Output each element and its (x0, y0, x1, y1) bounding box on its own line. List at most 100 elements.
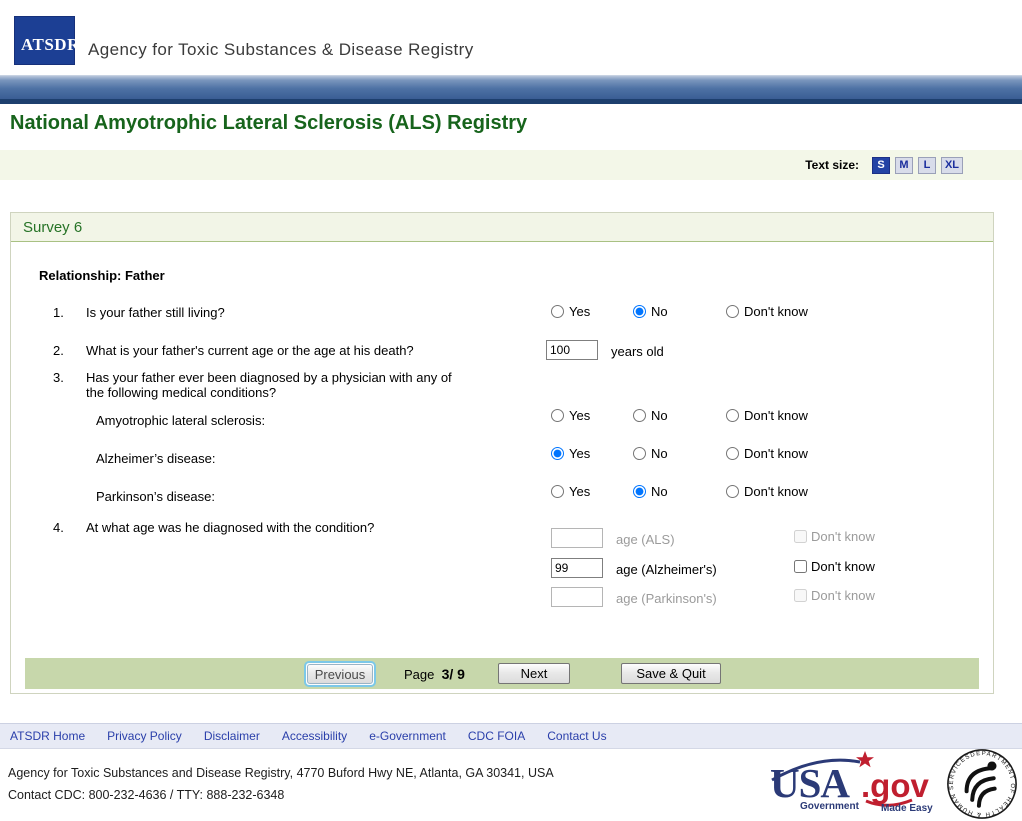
header-navigation-bar (0, 75, 1022, 104)
question-2-text: What is your father's current age or the… (86, 343, 414, 358)
save-and-quit-button[interactable]: Save & Quit (621, 663, 721, 684)
survey-panel-header: Survey 6 (11, 213, 993, 242)
usagov-tagline-right: Made Easy (881, 803, 933, 814)
usagov-star-icon (856, 751, 874, 768)
text-size-bar: Text size: S M L XL (0, 150, 1022, 180)
age-als-label: age (ALS) (616, 532, 675, 547)
alzheimers-no-label: No (651, 446, 668, 461)
footer-contact-line: Contact CDC: 800-232-4636 / TTY: 888-232… (8, 788, 285, 802)
alzheimers-dontknow-option[interactable]: Don't know (726, 446, 808, 461)
agency-name: Agency for Toxic Substances & Disease Re… (88, 40, 474, 59)
atsdr-logo[interactable]: ATSDR (14, 16, 79, 65)
age-als-input[interactable] (551, 528, 603, 548)
age-alzheimers-label: age (Alzheimer's) (616, 562, 717, 577)
usagov-gov-text: .gov (861, 767, 929, 804)
footer-link-atsdr-home[interactable]: ATSDR Home (10, 729, 85, 743)
als-age-dontknow-option[interactable]: Don't know (794, 529, 875, 544)
parkinsons-no-label: No (651, 484, 668, 499)
hhs-seal[interactable]: DEPARTMENT OF HEALTH & HUMAN SERVICES • … (928, 733, 1022, 821)
page-title: National Amyotrophic Lateral Sclerosis (… (10, 112, 528, 134)
als-yes-label: Yes (569, 408, 591, 423)
age-parkinsons-input[interactable] (551, 587, 603, 607)
father-age-input[interactable] (546, 340, 598, 360)
question-4-number: 4. (53, 520, 64, 535)
parkinsons-age-dontknow-option[interactable]: Don't know (794, 588, 875, 603)
als-dontknow-label: Don't know (744, 408, 808, 423)
als-age-dontknow-checkbox[interactable] (794, 530, 807, 543)
parkinsons-yes-radio[interactable] (551, 485, 564, 498)
previous-button-focus-ring: Previous (304, 661, 376, 687)
als-dontknow-radio[interactable] (726, 409, 739, 422)
q1-no-option[interactable]: No (633, 304, 668, 319)
next-button[interactable]: Next (498, 663, 570, 684)
alzheimers-yes-option[interactable]: Yes (551, 446, 590, 461)
alzheimers-yes-radio[interactable] (551, 447, 564, 460)
usagov-tagline-left: Government (800, 801, 860, 812)
text-size-medium-button[interactable]: M (895, 156, 913, 174)
als-yes-radio[interactable] (551, 409, 564, 422)
q1-no-radio[interactable] (633, 305, 646, 318)
age-parkinsons-label: age (Parkinson's) (616, 591, 717, 606)
page-indicator: Page 3/ 9 (404, 666, 465, 682)
q1-dontknow-radio[interactable] (726, 305, 739, 318)
condition-parkinsons-label: Parkinson’s disease: (96, 489, 215, 504)
text-size-label: Text size: (805, 158, 859, 172)
footer-address-line: Agency for Toxic Substances and Disease … (8, 766, 554, 780)
alzheimers-no-radio[interactable] (633, 447, 646, 460)
q1-yes-option[interactable]: Yes (551, 304, 590, 319)
footer-link-contact-us[interactable]: Contact Us (547, 729, 606, 743)
q1-dontknow-label: Don't know (744, 304, 808, 319)
text-size-xlarge-button[interactable]: XL (941, 156, 963, 174)
previous-button[interactable]: Previous (307, 664, 373, 684)
condition-alzheimers-label: Alzheimer’s disease: (96, 451, 216, 466)
als-yes-option[interactable]: Yes (551, 408, 590, 423)
als-no-option[interactable]: No (633, 408, 668, 423)
question-3-number: 3. (53, 370, 64, 385)
age-alzheimers-input[interactable] (551, 558, 603, 578)
page-indicator-label: Page (404, 667, 435, 682)
parkinsons-no-radio[interactable] (633, 485, 646, 498)
q1-yes-label: Yes (569, 304, 591, 319)
alzheimers-age-dontknow-label: Don't know (811, 559, 875, 574)
page-indicator-value: 3/ 9 (441, 666, 465, 682)
parkinsons-dontknow-radio[interactable] (726, 485, 739, 498)
footer-address-block: Agency for Toxic Substances and Disease … (8, 762, 554, 806)
als-dontknow-option[interactable]: Don't know (726, 408, 808, 423)
question-4-text: At what age was he diagnosed with the co… (86, 520, 375, 535)
alzheimers-no-option[interactable]: No (633, 446, 668, 461)
q1-dontknow-option[interactable]: Don't know (726, 304, 808, 319)
text-size-large-button[interactable]: L (918, 156, 936, 174)
als-age-dontknow-label: Don't know (811, 529, 875, 544)
atsdr-logo-text: ATSDR (21, 35, 80, 54)
footer-link-accessibility[interactable]: Accessibility (282, 729, 347, 743)
q1-no-label: No (651, 304, 668, 319)
alzheimers-dontknow-label: Don't know (744, 446, 808, 461)
q1-yes-radio[interactable] (551, 305, 564, 318)
relationship-label: Relationship: Father (39, 268, 165, 283)
text-size-small-button[interactable]: S (872, 156, 890, 174)
parkinsons-no-option[interactable]: No (633, 484, 668, 499)
alzheimers-age-dontknow-checkbox[interactable] (794, 560, 807, 573)
question-1-text: Is your father still living? (86, 305, 225, 320)
parkinsons-dontknow-option[interactable]: Don't know (726, 484, 808, 499)
page: ATSDR Agency for Toxic Substances & Dise… (0, 0, 1022, 821)
parkinsons-yes-option[interactable]: Yes (551, 484, 590, 499)
parkinsons-age-dontknow-label: Don't know (811, 588, 875, 603)
alzheimers-dontknow-radio[interactable] (726, 447, 739, 460)
footer-link-privacy-policy[interactable]: Privacy Policy (107, 729, 182, 743)
alzheimers-yes-label: Yes (569, 446, 591, 461)
survey-panel: Survey 6 Relationship: Father 1. Is your… (10, 212, 994, 694)
alzheimers-age-dontknow-option[interactable]: Don't know (794, 559, 875, 574)
usagov-logo[interactable]: USA .gov Government Made Easy (768, 750, 942, 819)
footer-link-egovernment[interactable]: e-Government (369, 729, 446, 743)
survey-title: Survey 6 (23, 218, 83, 236)
footer-link-disclaimer[interactable]: Disclaimer (204, 729, 260, 743)
parkinsons-age-dontknow-checkbox[interactable] (794, 589, 807, 602)
question-2-number: 2. (53, 343, 64, 358)
als-no-radio[interactable] (633, 409, 646, 422)
als-no-label: No (651, 408, 668, 423)
pagination-bar: Previous Page 3/ 9 Next Save & Quit (25, 658, 979, 689)
parkinsons-dontknow-label: Don't know (744, 484, 808, 499)
footer-link-cdc-foia[interactable]: CDC FOIA (468, 729, 525, 743)
footer-link-bar: ATSDR Home Privacy Policy Disclaimer Acc… (0, 723, 1022, 749)
